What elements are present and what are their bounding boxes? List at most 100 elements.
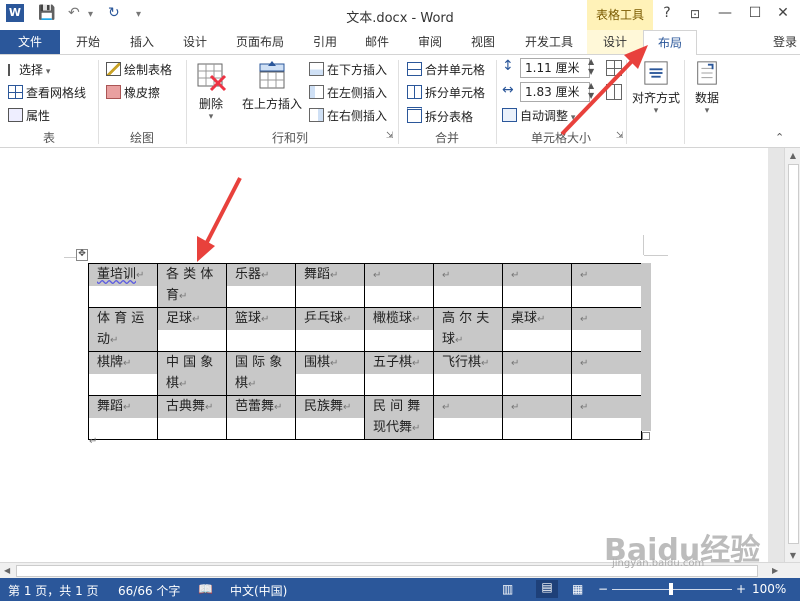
table-cell[interactable]: 橄榄球↵ <box>364 307 434 352</box>
table-cell[interactable]: 乐器↵ <box>226 263 296 308</box>
table-cell[interactable]: ↵ <box>433 263 503 308</box>
scroll-left-icon[interactable]: ◀ <box>4 566 10 575</box>
table-cell[interactable]: 民 间 舞 现代舞↵ <box>364 395 434 440</box>
table-cell[interactable]: 高 尔 夫 球↵ <box>433 307 503 352</box>
split-table-button[interactable]: 拆分表格 <box>407 107 473 125</box>
table-row[interactable]: 体 育 运 动↵ 足球↵ 篮球↵ 乒乓球↵ 橄榄球↵ 高 尔 夫 球↵ 桌球↵ ↵ <box>88 307 642 352</box>
word-count[interactable]: 66/66 个字 <box>118 582 180 599</box>
table-cell[interactable]: 中 国 象 棋↵ <box>157 351 227 396</box>
table-cell[interactable]: 董培训↵ <box>88 263 158 308</box>
table-cell[interactable]: ↵ <box>433 395 503 440</box>
table-cell[interactable]: 体 育 运 动↵ <box>88 307 158 352</box>
table-cell[interactable]: 古典舞↵ <box>157 395 227 440</box>
table-cell[interactable]: ↵ <box>364 263 434 308</box>
tab-view[interactable]: 视图 <box>458 30 508 54</box>
tab-design[interactable]: 设计 <box>170 30 220 54</box>
select-button[interactable]: 选择 ▾ <box>8 61 50 78</box>
split-cells-button[interactable]: 拆分单元格 <box>407 84 485 101</box>
insert-column-left-icon <box>309 85 324 99</box>
tab-table-layout[interactable]: 布局 <box>643 30 697 56</box>
table-cell[interactable]: ↵ <box>571 307 642 352</box>
table-cell[interactable]: 乒乓球↵ <box>295 307 365 352</box>
table-row[interactable]: 棋牌↵ 中 国 象 棋↵ 国 际 象 棋↵ 围棋↵ 五子棋↵ 飞行棋↵ ↵ ↵ <box>88 351 642 396</box>
scroll-up-icon[interactable]: ▲ <box>785 151 800 160</box>
collapse-ribbon-icon[interactable]: ⌃ <box>775 131 784 144</box>
tab-table-design[interactable]: 设计 <box>590 30 640 54</box>
print-layout-icon[interactable]: ▤ <box>536 580 558 598</box>
tab-home[interactable]: 开始 <box>62 30 114 54</box>
data-button[interactable]: 数据 ▾ <box>688 60 726 120</box>
maximize-icon[interactable]: ☐ <box>744 5 766 21</box>
insert-below-button[interactable]: 在下方插入 <box>309 61 387 78</box>
tab-developer[interactable]: 开发工具 <box>512 30 586 54</box>
insert-above-button[interactable]: 在上方插入 <box>240 60 304 116</box>
tab-insert[interactable]: 插入 <box>116 30 168 54</box>
distribute-rows-icon[interactable] <box>606 60 622 76</box>
close-icon[interactable]: ✕ <box>772 5 794 21</box>
insert-right-button[interactable]: 在右侧插入 <box>309 107 387 124</box>
zoom-in-button[interactable]: + <box>736 582 746 596</box>
zoom-level[interactable]: 100% <box>752 582 786 596</box>
delete-button[interactable]: 删除 ▾ <box>193 60 229 122</box>
autofit-button[interactable]: 自动调整 ▾ <box>502 107 575 124</box>
sign-in-link[interactable]: 登录 <box>765 30 800 54</box>
tab-file[interactable]: 文件 <box>0 30 60 54</box>
table-resize-handle[interactable] <box>642 432 650 440</box>
table-cell[interactable]: ↵ <box>502 395 572 440</box>
table-cell[interactable]: 围棋↵ <box>295 351 365 396</box>
table-cell[interactable]: 桌球↵ <box>502 307 572 352</box>
table-cell[interactable]: 飞行棋↵ <box>433 351 503 396</box>
table-cell[interactable]: 芭蕾舞↵ <box>226 395 296 440</box>
alignment-button[interactable]: 对齐方式 ▾ <box>630 60 682 120</box>
column-width-field[interactable]: 1.83 厘米 <box>520 82 590 102</box>
table-cell[interactable]: 各 类 体 育↵ <box>157 263 227 308</box>
table-cell[interactable]: ↵ <box>571 263 642 308</box>
language-indicator[interactable]: 中文(中国) <box>230 582 287 599</box>
eraser-button[interactable]: 橡皮擦 <box>106 84 160 101</box>
table-cell[interactable]: ↵ <box>571 351 642 396</box>
table-cell[interactable]: 篮球↵ <box>226 307 296 352</box>
document-table[interactable]: 董培训↵ 各 类 体 育↵ 乐器↵ 舞蹈↵ ↵ ↵ ↵ ↵ 体 育 运 动↵ 足球↵ 篮球↵ 乒乓球↵… <box>88 263 642 440</box>
properties-button[interactable]: 属性 <box>8 107 50 124</box>
table-cell[interactable]: ↵ <box>571 395 642 440</box>
web-layout-icon[interactable]: ▦ <box>572 582 583 596</box>
draw-table-button[interactable]: 绘制表格 <box>106 61 172 78</box>
table-cell[interactable]: 国 际 象 棋↵ <box>226 351 296 396</box>
table-cell[interactable]: 五子棋↵ <box>364 351 434 396</box>
page-indicator[interactable]: 第 1 页，共 1 页 <box>8 582 99 599</box>
vertical-scroll-thumb[interactable] <box>788 164 799 544</box>
row-height-field[interactable]: 1.11 厘米 <box>520 58 590 78</box>
view-gridlines-button[interactable]: 查看网格线 <box>8 84 86 101</box>
table-cell[interactable]: 足球↵ <box>157 307 227 352</box>
table-cell[interactable]: 棋牌↵ <box>88 351 158 396</box>
table-cell[interactable]: ↵ <box>502 263 572 308</box>
table-cell[interactable]: 舞蹈↵ <box>295 263 365 308</box>
merge-cells-button[interactable]: 合并单元格 <box>407 61 485 78</box>
tab-review[interactable]: 审阅 <box>405 30 455 54</box>
table-cell[interactable]: 舞蹈↵ <box>88 395 158 440</box>
scroll-right-icon[interactable]: ▶ <box>772 566 778 575</box>
help-icon[interactable]: ? <box>656 5 678 21</box>
table-move-handle-icon[interactable]: ✥ <box>76 249 88 261</box>
rows-columns-launcher-icon[interactable]: ⇲ <box>386 131 394 141</box>
tab-references[interactable]: 引用 <box>300 30 350 54</box>
tab-page-layout[interactable]: 页面布局 <box>225 30 295 54</box>
scroll-down-icon[interactable]: ▼ <box>785 551 800 560</box>
cell-size-launcher-icon[interactable]: ⇲ <box>616 131 624 141</box>
zoom-slider-thumb[interactable] <box>669 583 673 595</box>
tab-mailings[interactable]: 邮件 <box>352 30 402 54</box>
restore-ribbon-icon[interactable]: ⊡ <box>684 7 706 21</box>
table-cell[interactable]: ↵ <box>502 351 572 396</box>
vertical-scrollbar[interactable]: ▲ ▼ <box>784 148 800 562</box>
table-row[interactable]: 董培训↵ 各 类 体 育↵ 乐器↵ 舞蹈↵ ↵ ↵ ↵ ↵ <box>88 263 642 308</box>
row-height-spinner-icon[interactable]: ▲ ▼ <box>588 57 594 77</box>
zoom-out-button[interactable]: − <box>598 582 608 596</box>
minimize-icon[interactable]: — <box>714 5 736 21</box>
distribute-columns-icon[interactable] <box>606 84 622 100</box>
proofing-icon[interactable]: 📖 <box>198 582 213 596</box>
table-cell[interactable]: 民族舞↵ <box>295 395 365 440</box>
read-mode-icon[interactable]: ▥ <box>502 582 513 596</box>
table-row[interactable]: 舞蹈↵ 古典舞↵ 芭蕾舞↵ 民族舞↵ 民 间 舞 现代舞↵ ↵ ↵ ↵ <box>88 395 642 440</box>
insert-left-button[interactable]: 在左侧插入 <box>309 84 387 101</box>
column-width-spinner-icon[interactable]: ▲ ▼ <box>588 81 594 101</box>
